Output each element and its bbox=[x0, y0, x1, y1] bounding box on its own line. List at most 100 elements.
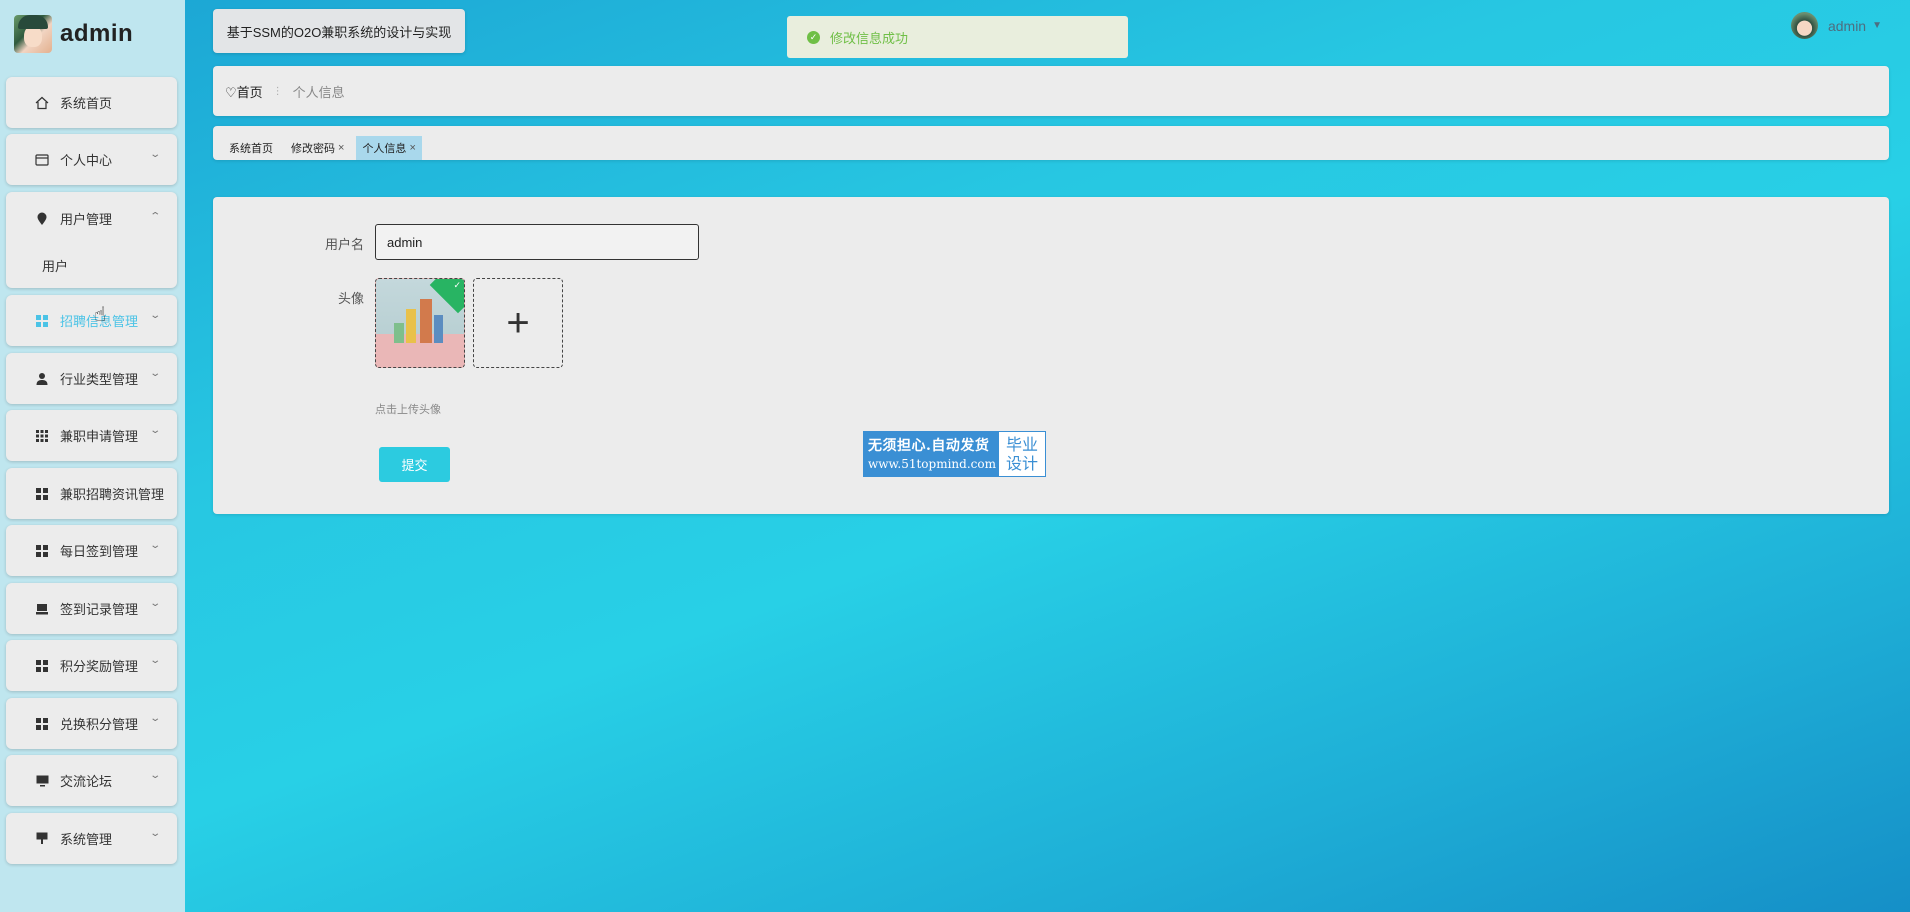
grid-icon bbox=[34, 716, 50, 732]
watermark-line1: 无须担心.自动发货 bbox=[868, 438, 990, 454]
tab-profile[interactable]: 个人信息 × bbox=[356, 136, 422, 160]
upload-hint: 点击上传头像 bbox=[375, 404, 441, 416]
close-icon[interactable]: × bbox=[338, 142, 344, 154]
thumbnail-object bbox=[406, 309, 416, 343]
sidebar-item-recruit-info[interactable]: 招聘信息管理 ⌄ bbox=[6, 295, 177, 346]
username-input[interactable] bbox=[375, 224, 699, 260]
sidebar: admin 系统首页 个人中心 ⌄ 用户管理 ⌄ 用户 招聘信息管理 ⌄ 行业类… bbox=[0, 0, 185, 912]
tabs-bar: 系统首页 修改密码 × 个人信息 × bbox=[213, 126, 1889, 160]
user-menu[interactable]: admin ▼ bbox=[1790, 12, 1882, 39]
chevron-down-icon: ⌄ bbox=[148, 598, 161, 609]
sidebar-item-label: 个人中心 bbox=[60, 153, 113, 168]
sidebar-item-personal[interactable]: 个人中心 ⌄ bbox=[6, 134, 177, 185]
thumbnail-object bbox=[434, 315, 443, 343]
chevron-down-icon: ⌄ bbox=[148, 655, 161, 666]
tab-change-password[interactable]: 修改密码 × bbox=[285, 136, 350, 160]
thumbnail-object bbox=[394, 323, 404, 343]
avatar bbox=[1790, 12, 1818, 39]
sidebar-item-label: 交流论坛 bbox=[60, 774, 113, 789]
sidebar-item-label: 行业类型管理 bbox=[60, 372, 139, 387]
submit-button[interactable]: 提交 bbox=[379, 447, 450, 482]
chevron-down-icon: ⌄ bbox=[148, 828, 161, 839]
chevron-down-icon: ⌄ bbox=[148, 368, 161, 379]
chevron-down-icon: ⌄ bbox=[148, 713, 161, 724]
hand-cursor-icon: ☝ bbox=[94, 304, 107, 326]
tab-home[interactable]: 系统首页 bbox=[223, 136, 279, 160]
sidebar-subitem-user[interactable]: 用户 bbox=[42, 256, 68, 275]
pin-icon bbox=[34, 211, 50, 227]
tab-label: 个人信息 bbox=[362, 143, 407, 155]
sidebar-item-points-reward[interactable]: 积分奖励管理 ⌄ bbox=[6, 640, 177, 691]
plus-icon: + bbox=[506, 300, 530, 345]
watermark-logo: 无须担心.自动发货 www.51topmind.com 毕业 设计 bbox=[863, 431, 1046, 477]
success-toast: ✓ 修改信息成功 bbox=[787, 16, 1128, 58]
grid-icon bbox=[34, 313, 50, 329]
chevron-down-icon: ⌄ bbox=[148, 425, 161, 436]
thumbnail-object bbox=[420, 299, 432, 343]
grid-icon bbox=[34, 486, 50, 502]
user-name: admin bbox=[1827, 17, 1867, 34]
watermark-line2: www.51topmind.com bbox=[868, 457, 996, 471]
sidebar-item-label: 兼职招聘资讯管理 bbox=[60, 487, 165, 502]
sidebar-item-daily-checkin[interactable]: 每日签到管理 ⌄ bbox=[6, 525, 177, 576]
toast-message: 修改信息成功 bbox=[830, 30, 909, 46]
site-title: 基于SSM的O2O兼职系统的设计与实现 bbox=[213, 9, 465, 53]
sidebar-item-label: 积分奖励管理 bbox=[60, 659, 139, 674]
sidebar-item-label: 签到记录管理 bbox=[60, 602, 139, 617]
close-icon[interactable]: × bbox=[409, 142, 415, 154]
sidebar-item-label: 系统管理 bbox=[60, 832, 113, 847]
sign-icon bbox=[34, 831, 50, 847]
username-label: 用户名 bbox=[324, 237, 364, 252]
breadcrumb-home[interactable]: ♡首页 bbox=[225, 82, 263, 101]
sidebar-item-recruit-news[interactable]: 兼职招聘资讯管理 bbox=[6, 468, 177, 519]
breadcrumb-separator: ⋮ bbox=[272, 85, 283, 97]
sidebar-item-label: 兑换积分管理 bbox=[60, 717, 139, 732]
avatar-thumbnail[interactable]: ✓ bbox=[375, 278, 465, 368]
sidebar-group-users[interactable]: 用户管理 ⌄ 用户 bbox=[6, 192, 177, 288]
dots-grid-icon bbox=[34, 428, 50, 444]
chevron-up-icon: ⌄ bbox=[148, 209, 161, 220]
watermark-right2: 设计 bbox=[1005, 454, 1038, 473]
chevron-down-icon: ⌄ bbox=[148, 310, 161, 321]
profile-form: 用户名 头像 ✓ + 点击上传头像 提交 无须担心.自动发货 www.51top… bbox=[213, 197, 1889, 514]
sidebar-item-points-exchange[interactable]: 兑换积分管理 ⌄ bbox=[6, 698, 177, 749]
heart-icon: ♡ bbox=[225, 84, 237, 100]
sidebar-item-label: 每日签到管理 bbox=[60, 544, 139, 559]
sidebar-item-label: 系统首页 bbox=[60, 96, 113, 111]
upload-add-button[interactable]: + bbox=[473, 278, 563, 368]
watermark-right1: 毕业 bbox=[1005, 435, 1038, 454]
sidebar-item-applications[interactable]: 兼职申请管理 ⌄ bbox=[6, 410, 177, 461]
grid-icon bbox=[34, 543, 50, 559]
tray-icon bbox=[34, 601, 50, 617]
watermark-right: 毕业 设计 bbox=[999, 432, 1045, 476]
sidebar-item-label: 用户管理 bbox=[60, 212, 113, 227]
avatar-label: 头像 bbox=[337, 291, 364, 306]
chevron-down-icon: ⌄ bbox=[148, 770, 161, 781]
check-icon: ✓ bbox=[453, 280, 461, 290]
person-icon bbox=[34, 371, 50, 387]
sidebar-item-users[interactable]: 用户管理 bbox=[34, 209, 112, 228]
monitor-icon bbox=[34, 773, 50, 789]
breadcrumb-current: 个人信息 bbox=[292, 84, 345, 100]
sidebar-item-industry[interactable]: 行业类型管理 ⌄ bbox=[6, 353, 177, 404]
grid-icon bbox=[34, 658, 50, 674]
home-icon bbox=[34, 95, 50, 111]
breadcrumb-home-label: 首页 bbox=[236, 84, 263, 100]
chevron-down-icon: ⌄ bbox=[148, 149, 161, 160]
tab-label: 修改密码 bbox=[291, 143, 335, 155]
sidebar-item-label: 兼职申请管理 bbox=[60, 429, 139, 444]
watermark-left: 无须担心.自动发货 www.51topmind.com bbox=[864, 432, 999, 476]
brand-avatar bbox=[14, 15, 52, 53]
card-icon bbox=[34, 152, 50, 168]
check-circle-icon: ✓ bbox=[807, 30, 820, 44]
brand-title: admin bbox=[60, 20, 134, 47]
tab-label: 系统首页 bbox=[229, 143, 273, 155]
sidebar-item-home[interactable]: 系统首页 bbox=[6, 77, 177, 128]
sidebar-item-checkin-records[interactable]: 签到记录管理 ⌄ bbox=[6, 583, 177, 634]
brand: admin bbox=[14, 14, 133, 54]
sidebar-item-system[interactable]: 系统管理 ⌄ bbox=[6, 813, 177, 864]
sidebar-item-forum[interactable]: 交流论坛 ⌄ bbox=[6, 755, 177, 806]
caret-down-icon: ▼ bbox=[1872, 20, 1882, 31]
chevron-down-icon: ⌄ bbox=[148, 540, 161, 551]
breadcrumb: ♡首页 ⋮ 个人信息 bbox=[213, 66, 1889, 116]
